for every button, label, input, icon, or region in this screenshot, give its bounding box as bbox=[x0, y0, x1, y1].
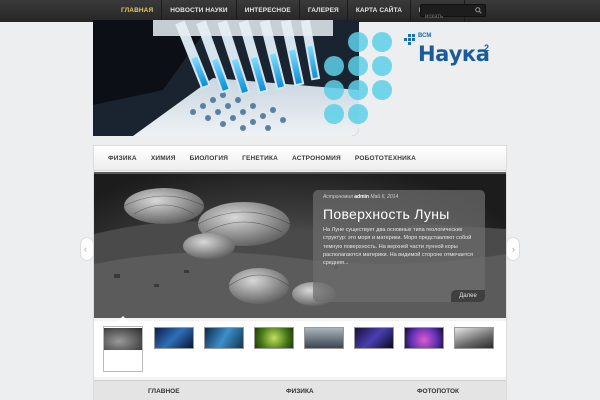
thumbnail-5[interactable] bbox=[304, 327, 344, 349]
menu-item-sitemap[interactable]: КАРТА САЙТА bbox=[348, 0, 412, 22]
category-robotics[interactable]: РОБОТОТЕХНИКА bbox=[355, 155, 416, 162]
top-navigation-bar: ГЛАВНАЯ НОВОСТИ НАУКИ ИНТЕРЕСНОЕ ГАЛЕРЕЯ… bbox=[0, 0, 600, 23]
thumbnail-1[interactable] bbox=[103, 326, 143, 372]
logo-small-text: ВСМ bbox=[418, 33, 432, 39]
slide-author[interactable]: admin bbox=[354, 194, 369, 200]
menu-item-interesting[interactable]: ИНТЕРЕСНОЕ bbox=[237, 0, 300, 22]
search-icon[interactable] bbox=[475, 7, 482, 14]
thumbnail-6[interactable] bbox=[354, 327, 394, 349]
menu-item-home[interactable]: ГЛАВНАЯ bbox=[113, 0, 163, 22]
main-menu: ГЛАВНАЯ НОВОСТИ НАУКИ ИНТЕРЕСНОЕ ГАЛЕРЕЯ… bbox=[113, 0, 466, 22]
footer-heading-main: ГЛАВНОЕ bbox=[148, 388, 180, 395]
logo-superscript: 2 bbox=[484, 43, 490, 53]
slider-thumbnails bbox=[94, 316, 506, 377]
featured-slider: Астрономия admin Май 6, 2014 Поверхность… bbox=[94, 172, 506, 318]
footer-widgets-bar: ГЛАВНОЕ ФИЗИКА ФОТОПОТОК bbox=[94, 380, 506, 400]
search-input[interactable] bbox=[421, 11, 475, 23]
slider-next-button[interactable]: › bbox=[506, 237, 520, 261]
slide-caption: Астрономия admin Май 6, 2014 Поверхность… bbox=[313, 190, 485, 302]
slider-prev-button[interactable]: ‹ bbox=[80, 237, 94, 261]
chevron-right-icon: › bbox=[512, 244, 515, 254]
category-navigation: ФИЗИКА ХИМИЯ БИОЛОГИЯ ГЕНЕТИКА АСТРОНОМИ… bbox=[94, 146, 506, 171]
category-biology[interactable]: БИОЛОГИЯ bbox=[190, 155, 228, 162]
category-genetics[interactable]: ГЕНЕТИКА bbox=[242, 155, 278, 162]
thumbnail-7[interactable] bbox=[404, 327, 444, 349]
slide-title[interactable]: Поверхность Луны bbox=[323, 206, 475, 222]
read-more-button[interactable]: Далее bbox=[451, 290, 485, 302]
footer-heading-photostream: ФОТОПОТОК bbox=[417, 388, 460, 395]
menu-item-gallery[interactable]: ГАЛЕРЕЯ bbox=[300, 0, 348, 22]
footer-heading-physics: ФИЗИКА bbox=[286, 388, 314, 395]
slide-meta: Астрономия admin Май 6, 2014 bbox=[323, 194, 475, 200]
chevron-left-icon: ‹ bbox=[84, 244, 87, 254]
thumbnail-9[interactable] bbox=[454, 327, 494, 349]
slide-date: Май 6, 2014 bbox=[370, 194, 399, 200]
search-box bbox=[420, 4, 486, 23]
menu-item-science-news[interactable]: НОВОСТИ НАУКИ bbox=[162, 0, 237, 22]
thumbnail-3[interactable] bbox=[204, 327, 244, 349]
thumbnail-4[interactable] bbox=[254, 327, 294, 349]
slide-category[interactable]: Астрономия bbox=[323, 194, 353, 200]
site-logo-title[interactable]: Наука bbox=[418, 42, 490, 66]
main-content: ФИЗИКА ХИМИЯ БИОЛОГИЯ ГЕНЕТИКА АСТРОНОМИ… bbox=[93, 145, 507, 400]
active-thumb-pointer bbox=[118, 316, 128, 321]
slide-excerpt: На Луне существует два основных типа гео… bbox=[323, 227, 473, 267]
category-chemistry[interactable]: ХИМИЯ bbox=[151, 155, 176, 162]
thumbnail-2[interactable] bbox=[154, 327, 194, 349]
category-astronomy[interactable]: АСТРОНОМИЯ bbox=[292, 155, 341, 162]
category-physics[interactable]: ФИЗИКА bbox=[108, 155, 137, 162]
